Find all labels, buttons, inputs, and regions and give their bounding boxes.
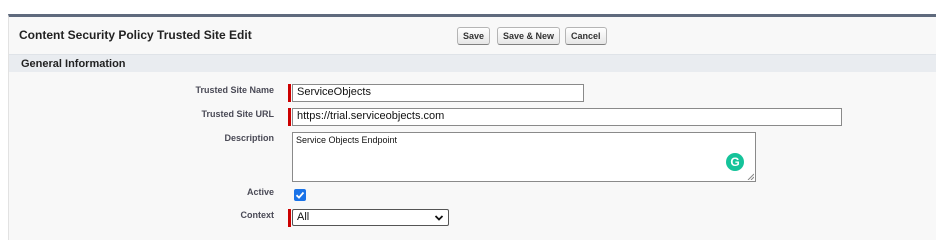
- description-label: Description: [224, 133, 274, 143]
- context-label: Context: [240, 210, 275, 220]
- chevron-down-icon: [434, 215, 444, 221]
- active-label: Active: [246, 187, 274, 197]
- cancel-button[interactable]: Cancel: [565, 27, 607, 45]
- page-header: Content Security Policy Trusted Site Edi…: [9, 17, 936, 54]
- save-and-new-button[interactable]: Save & New: [497, 27, 561, 45]
- context-select-value: All: [297, 211, 310, 223]
- resize-grip-icon[interactable]: [747, 173, 754, 180]
- page-title: Content Security Policy Trusted Site Edi…: [19, 28, 252, 42]
- trusted-site-url-label: Trusted Site URL: [201, 109, 274, 119]
- trusted-site-name-label: Trusted Site Name: [195, 85, 274, 95]
- description-textarea[interactable]: Service Objects Endpoint: [292, 132, 756, 182]
- required-indicator: [288, 209, 291, 227]
- required-indicator: [288, 108, 291, 126]
- active-checkbox[interactable]: [294, 189, 306, 201]
- trusted-site-url-input[interactable]: https://trial.serviceobjects.com: [292, 108, 842, 126]
- trusted-site-name-input[interactable]: ServiceObjects: [292, 84, 584, 102]
- save-button[interactable]: Save: [457, 27, 491, 45]
- edit-panel: Content Security Policy Trusted Site Edi…: [8, 14, 936, 240]
- required-indicator: [288, 84, 291, 102]
- section-header: General Information: [9, 54, 936, 72]
- section-title: General Information: [21, 58, 126, 70]
- checkmark-icon: [295, 191, 305, 199]
- grammarly-icon[interactable]: G: [726, 153, 744, 171]
- context-select[interactable]: All: [292, 209, 449, 226]
